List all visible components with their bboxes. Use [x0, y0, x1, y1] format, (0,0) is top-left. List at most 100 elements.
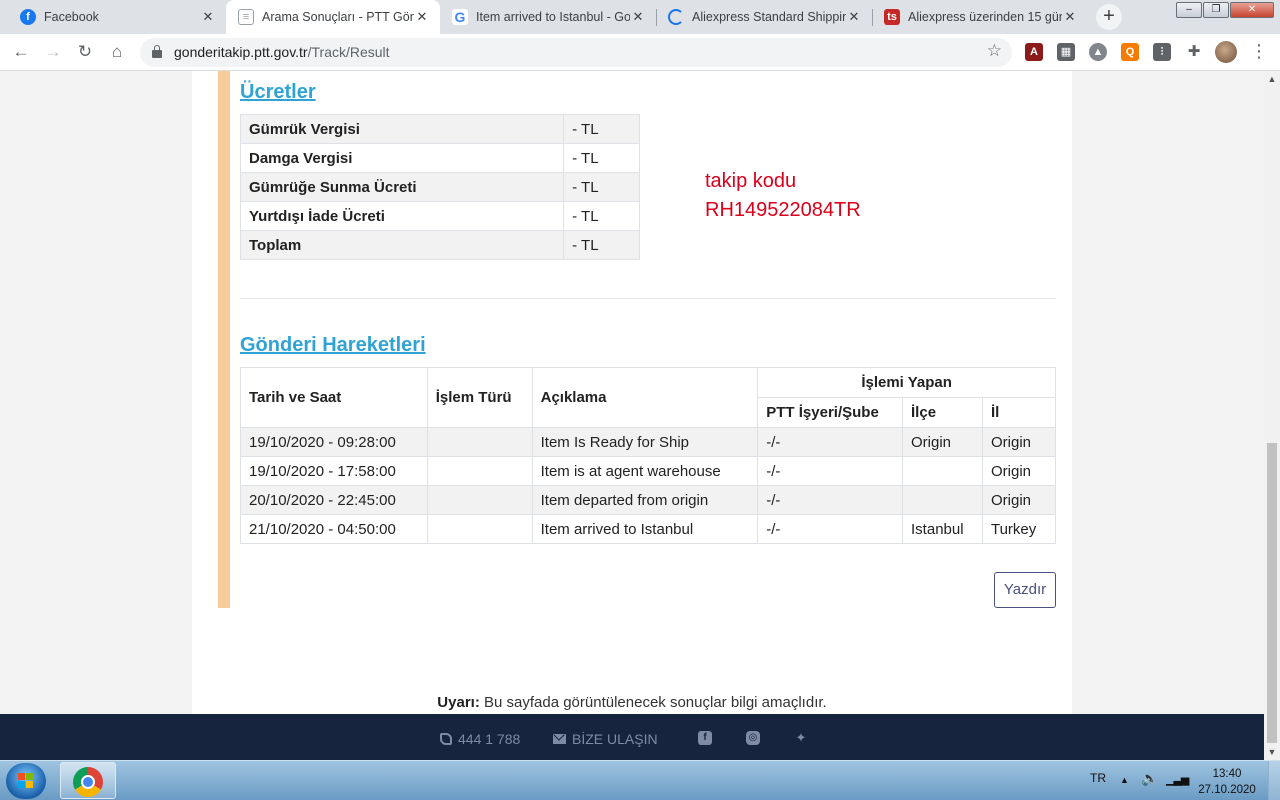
language-indicator[interactable]: TR — [1090, 771, 1106, 785]
movement-office: -/- — [757, 427, 904, 457]
header-description: Açıklama — [531, 367, 759, 428]
window-close-button[interactable]: ✕ — [1230, 2, 1274, 18]
section-divider — [240, 298, 1056, 299]
fees-table: Gümrük Vergisi - TL Damga Vergisi - TL Gümrü… — [239, 114, 640, 260]
close-icon[interactable]: ✕ — [200, 9, 216, 25]
fee-value: - TL — [563, 172, 640, 202]
instagram-icon[interactable]: ◎ — [746, 731, 760, 745]
forward-button[interactable]: → — [41, 40, 65, 64]
search-extension-icon[interactable]: Q — [1121, 43, 1139, 61]
drive-icon[interactable]: ▲ — [1089, 43, 1107, 61]
taskbar-clock[interactable]: 13:40 27.10.2020 — [1196, 766, 1258, 798]
clock-time: 13:40 — [1212, 768, 1242, 780]
facebook-icon[interactable]: f — [698, 731, 712, 745]
movement-district — [902, 456, 983, 486]
close-icon[interactable]: ✕ — [846, 9, 862, 25]
loading-icon — [668, 9, 684, 25]
bookmark-star-icon[interactable]: ☆ — [987, 41, 1002, 61]
movement-district: Istanbul — [902, 514, 983, 544]
tab-aliexpress-forum[interactable]: ts Aliexpress üzerinden 15 gün ✕ — [872, 0, 1088, 34]
extension-icon[interactable]: ▦ — [1057, 43, 1075, 61]
fee-value: - TL — [563, 143, 640, 173]
menu-dots-icon[interactable]: ⋮ — [1250, 41, 1268, 63]
taskbar-chrome[interactable] — [60, 762, 116, 799]
scroll-up-arrow-icon[interactable]: ▲ — [1264, 71, 1280, 87]
url-text[interactable]: gonderitakip.ptt.gov.tr/Track/Result — [174, 44, 390, 60]
movement-date: 21/10/2020 - 04:50:00 — [240, 514, 428, 544]
movement-date: 19/10/2020 - 17:58:00 — [240, 456, 428, 486]
movement-province: Origin — [981, 427, 1057, 457]
tab-google-search[interactable]: G Item arrived to Istanbul - Go ✕ — [440, 0, 656, 34]
start-button[interactable] — [6, 763, 46, 799]
fee-label: Gümrük Vergisi — [239, 114, 565, 144]
puzzle-icon[interactable]: ✚ — [1185, 43, 1203, 61]
tray-expand-icon[interactable]: ▲ — [1120, 775, 1129, 785]
movement-type — [426, 514, 533, 544]
vertical-scrollbar[interactable]: ▲ ▼ — [1264, 71, 1280, 760]
movements-title: Gönderi Hareketleri — [240, 334, 426, 356]
scroll-down-arrow-icon[interactable]: ▼ — [1264, 744, 1280, 760]
browser-tab-strip: f Facebook ✕ ≡ Arama Sonuçları - PTT Gön… — [0, 0, 1280, 34]
tab-ptt-results[interactable]: ≡ Arama Sonuçları - PTT Göndе ✕ — [226, 0, 440, 34]
fee-value: - TL — [563, 201, 640, 231]
movement-desc: Item arrived to Istanbul — [531, 514, 759, 544]
movement-office: -/- — [757, 514, 904, 544]
warning-message: Bu sayfada görüntülenecek sonuçlar bilgi… — [479, 694, 827, 711]
lock-icon[interactable] — [152, 45, 162, 58]
maximize-button[interactable]: ❐ — [1203, 2, 1229, 18]
reload-button[interactable]: ↻ — [73, 40, 97, 64]
tab-label: Arama Sonuçları - PTT Göndе — [262, 10, 414, 24]
fee-row: Gümrüğe Sunma Ücreti - TL — [239, 172, 640, 202]
address-bar[interactable]: gonderitakip.ptt.gov.tr/Track/Result ☆ — [140, 38, 1012, 67]
site-footer: 444 1 788 BİZE ULAŞIN f ◎ ✦ — [0, 714, 1264, 760]
fee-label: Gümrüğe Sunma Ücreti — [239, 172, 565, 202]
fee-row: Gümrük Vergisi - TL — [239, 114, 640, 144]
fee-row: Yurtdışı İade Ücreti - TL — [239, 201, 640, 231]
network-signal-icon[interactable]: ▁▃▅ — [1166, 773, 1189, 786]
tracking-code: RH149522084TR — [705, 199, 861, 221]
close-icon[interactable]: ✕ — [414, 9, 430, 25]
fee-value: - TL — [563, 114, 640, 144]
back-button[interactable]: ← — [9, 40, 33, 64]
footer-phone[interactable]: 444 1 788 — [440, 731, 520, 747]
home-button[interactable]: ⌂ — [105, 40, 129, 64]
profile-avatar[interactable] — [1215, 41, 1237, 63]
tab-label: Facebook — [44, 10, 99, 24]
twitter-icon[interactable]: ✦ — [794, 731, 808, 745]
page-viewport: Ücretler Gümrük Vergisi - TL Damga Vergisi… — [0, 71, 1264, 714]
warning-label: Uyarı: — [437, 694, 480, 711]
phone-icon — [440, 733, 452, 745]
movement-date: 19/10/2020 - 09:28:00 — [240, 427, 428, 457]
browser-toolbar: ← → ↻ ⌂ gonderitakip.ptt.gov.tr/Track/Re… — [0, 34, 1280, 71]
volume-icon[interactable]: 🔈 — [1141, 770, 1158, 787]
header-district: İlçe — [902, 397, 983, 428]
fee-label: Toplam — [239, 230, 565, 260]
warning-text: Uyarı: Bu sayfada görüntülenecek sonuçla… — [192, 694, 1072, 711]
movement-office: -/- — [757, 456, 904, 486]
tracking-note-label: takip kodu — [705, 170, 797, 192]
movement-province: Origin — [981, 485, 1057, 515]
new-tab-button[interactable]: + — [1096, 4, 1122, 30]
fees-title: Ücretler — [240, 81, 316, 103]
pdf-extension-icon[interactable]: A — [1025, 43, 1043, 61]
print-button[interactable]: Yazdır — [994, 572, 1056, 608]
movement-desc: Item Is Ready for Ship — [531, 427, 759, 457]
movement-row: 19/10/2020 - 09:28:00 Item Is Ready for S… — [240, 427, 1057, 457]
tab-facebook[interactable]: f Facebook ✕ — [8, 0, 226, 34]
movement-row: 21/10/2020 - 04:50:00 Item arrived to Ist… — [240, 514, 1057, 544]
scrollbar-thumb[interactable] — [1267, 443, 1277, 743]
close-icon[interactable]: ✕ — [630, 9, 646, 25]
movement-row: 20/10/2020 - 22:45:00 Item departed from … — [240, 485, 1057, 515]
equalizer-icon[interactable]: ⫶ — [1153, 43, 1171, 61]
fee-row: Toplam - TL — [239, 230, 640, 260]
minimize-button[interactable]: ‒ — [1176, 2, 1202, 18]
show-desktop-button[interactable] — [1268, 761, 1280, 800]
footer-contact[interactable]: BİZE ULAŞIN — [553, 731, 658, 747]
close-icon[interactable]: ✕ — [1062, 9, 1078, 25]
movement-type — [426, 485, 533, 515]
header-actor: İşlemi Yapan — [757, 367, 1056, 398]
header-office: PTT İşyeri/Şube — [757, 397, 904, 428]
tab-aliexpress-shipping[interactable]: Aliexpress Standard Shipping ✕ — [656, 0, 872, 34]
windows-logo-icon — [18, 773, 34, 789]
tab-label: Item arrived to Istanbul - Go — [476, 10, 630, 24]
